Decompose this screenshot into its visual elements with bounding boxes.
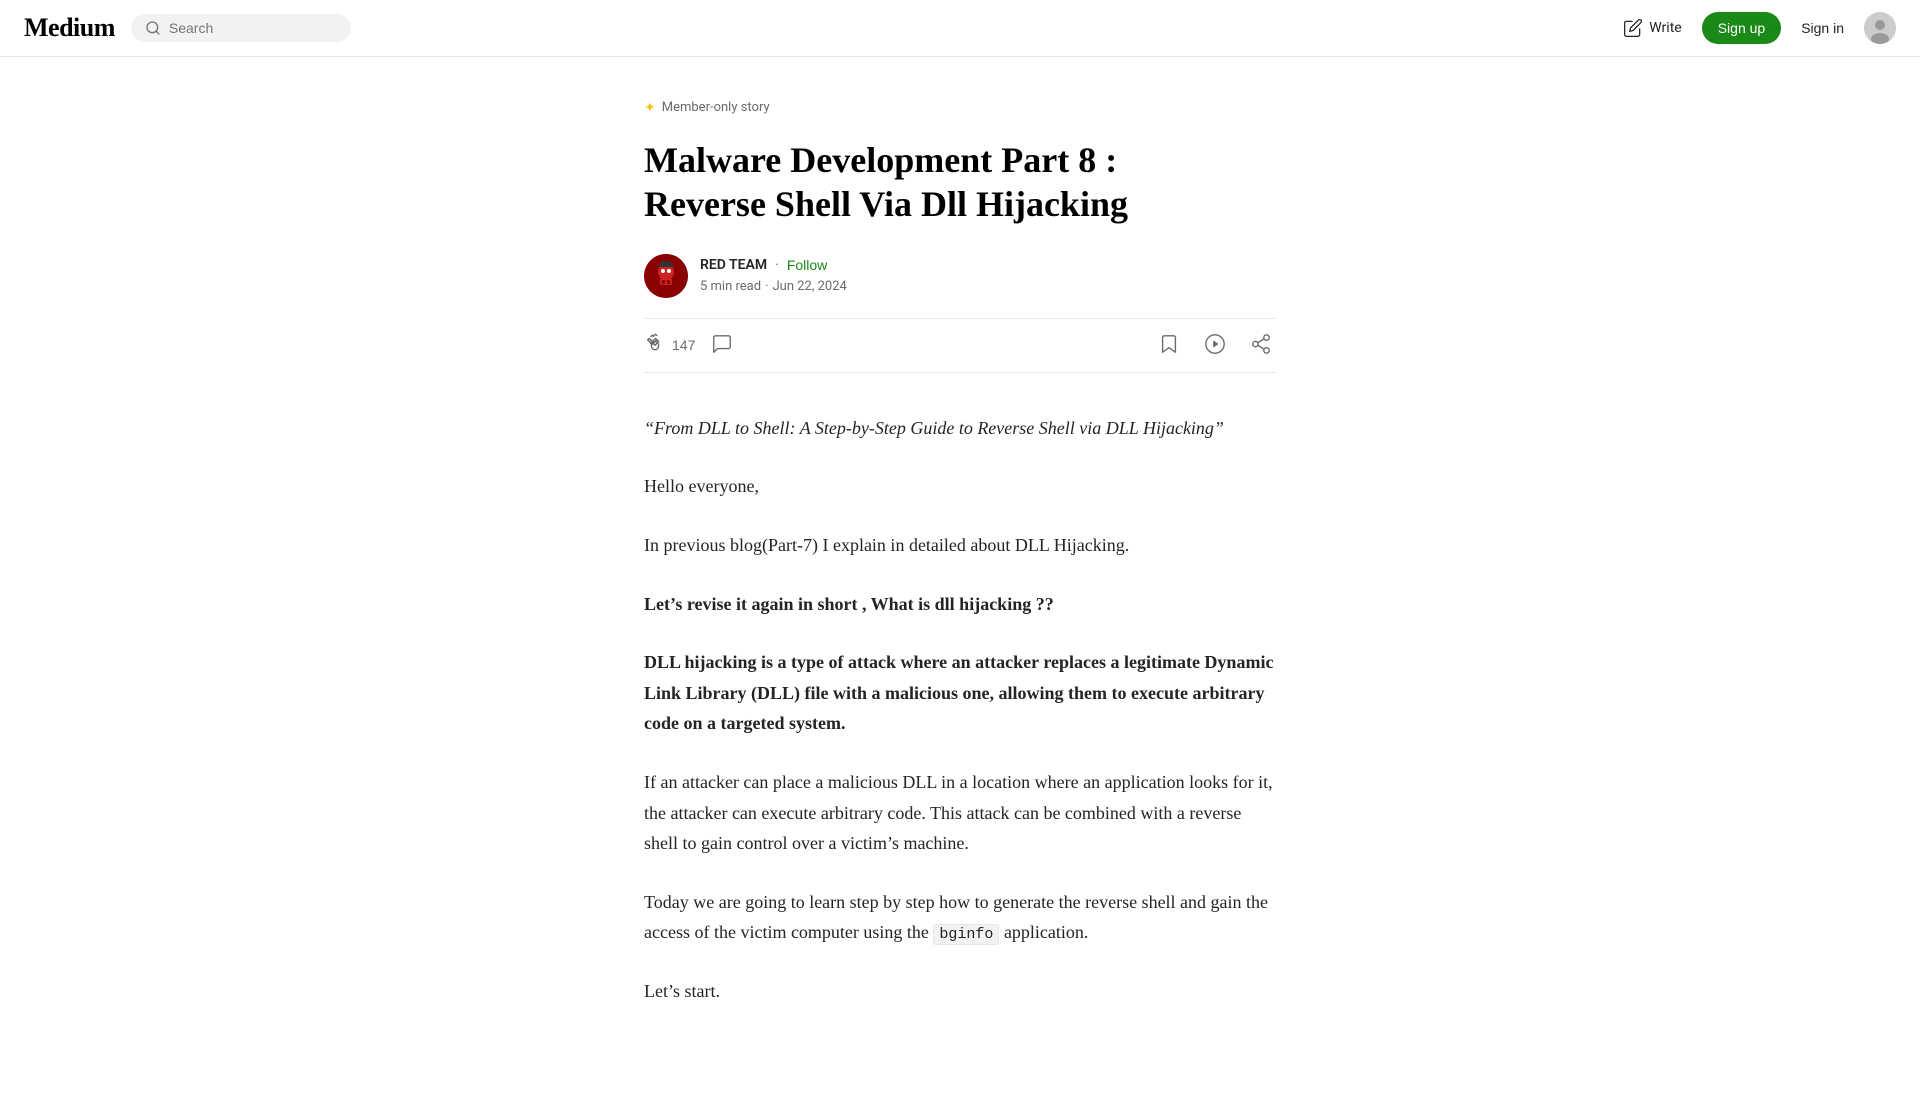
- paragraph-4: Let’s revise it again in short , What is…: [644, 589, 1276, 620]
- listen-button[interactable]: [1200, 329, 1230, 362]
- bookmark-button[interactable]: [1154, 329, 1184, 362]
- p7-code: bginfo: [933, 924, 999, 945]
- write-icon: [1623, 18, 1643, 38]
- signup-button[interactable]: Sign up: [1702, 12, 1781, 44]
- comment-button[interactable]: [711, 333, 733, 358]
- detail-separator: ·: [765, 277, 768, 298]
- write-label: Write: [1649, 17, 1681, 39]
- clap-button[interactable]: 147: [644, 331, 695, 359]
- author-row: RED TEAM · Follow 5 min read · Jun 22, 2…: [644, 254, 1276, 298]
- search-icon: [145, 20, 161, 36]
- action-right: [1154, 329, 1276, 362]
- clap-icon: [644, 331, 666, 359]
- header-right: Write Sign up Sign in: [1623, 12, 1896, 44]
- author-name-row: RED TEAM · Follow: [700, 254, 847, 276]
- member-badge-label: Member-only story: [662, 98, 770, 119]
- paragraph-3: In previous blog(Part-7) I explain in de…: [644, 530, 1276, 561]
- paragraph-2: Hello everyone,: [644, 471, 1276, 502]
- action-left: 147: [644, 331, 733, 359]
- write-button[interactable]: Write: [1623, 17, 1681, 39]
- paragraph-1: “From DLL to Shell: A Step-by-Step Guide…: [644, 413, 1276, 444]
- clap-count: 147: [672, 337, 695, 353]
- author-name[interactable]: RED TEAM: [700, 254, 767, 276]
- paragraph-5: DLL hijacking is a type of attack where …: [644, 647, 1276, 739]
- search-bar[interactable]: [131, 14, 351, 42]
- search-input[interactable]: [169, 20, 329, 36]
- paragraph-7: Today we are going to learn step by step…: [644, 887, 1276, 948]
- share-button[interactable]: [1246, 329, 1276, 362]
- signin-button[interactable]: Sign in: [1801, 20, 1844, 36]
- p7-after-code: application.: [1004, 922, 1088, 942]
- author-avatar[interactable]: [644, 254, 688, 298]
- author-details: 5 min read · Jun 22, 2024: [700, 277, 847, 298]
- play-icon: [1204, 333, 1226, 358]
- paragraph-6: If an attacker can place a malicious DLL…: [644, 767, 1276, 859]
- article-title: Malware Development Part 8 : Reverse She…: [644, 139, 1276, 225]
- member-badge: ✦ Member-only story: [644, 97, 1276, 119]
- read-time: 5 min read: [700, 277, 761, 298]
- article-body: “From DLL to Shell: A Step-by-Step Guide…: [644, 413, 1276, 1007]
- author-meta: RED TEAM · Follow 5 min read · Jun 22, 2…: [700, 254, 847, 297]
- share-icon: [1250, 333, 1272, 358]
- star-icon: ✦: [644, 97, 656, 119]
- paragraph-8: Let’s start.: [644, 976, 1276, 1007]
- dot-separator: ·: [775, 254, 779, 276]
- main-content: ✦ Member-only story Malware Development …: [620, 57, 1300, 1114]
- follow-button[interactable]: Follow: [787, 257, 827, 273]
- action-bar: 147: [644, 318, 1276, 373]
- bookmark-icon: [1158, 333, 1180, 358]
- publish-date: Jun 22, 2024: [772, 277, 846, 298]
- site-header: Medium Write Sign up Sign in: [0, 0, 1920, 57]
- site-logo[interactable]: Medium: [24, 7, 115, 49]
- header-left: Medium: [24, 7, 351, 49]
- avatar[interactable]: [1864, 12, 1896, 44]
- comment-icon: [711, 333, 733, 358]
